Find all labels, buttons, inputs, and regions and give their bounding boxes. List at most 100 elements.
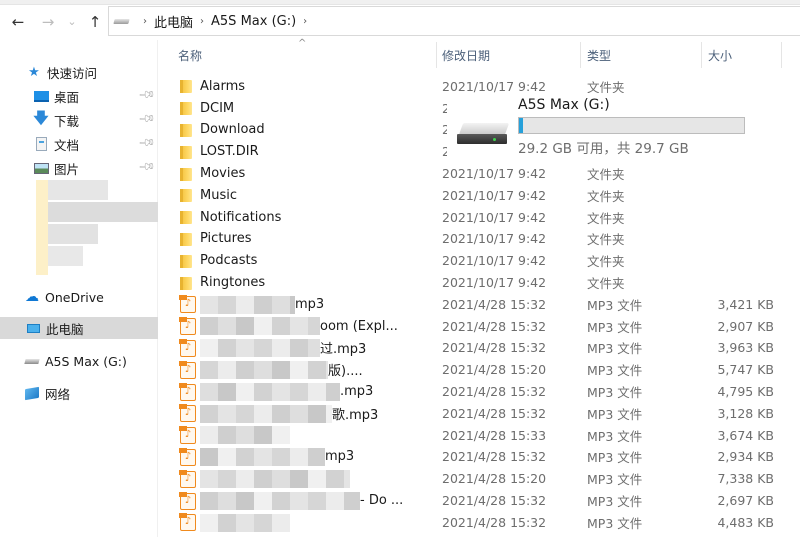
column-header-size[interactable]: 大小 — [708, 40, 780, 70]
pin-icon[interactable]: 📌︎ — [137, 157, 156, 176]
file-size: 5,747 KB — [717, 362, 774, 378]
breadcrumb-drive[interactable]: A5S Max (G:) — [211, 14, 296, 29]
redaction-block — [218, 448, 236, 467]
redaction-block — [254, 317, 272, 336]
column-header-label: 修改日期 — [442, 48, 491, 63]
folder-icon — [180, 253, 196, 269]
column-divider[interactable] — [436, 42, 437, 68]
redaction-block — [290, 404, 308, 423]
file-type: 文件夹 — [587, 188, 625, 204]
file-type: MP3 文件 — [587, 472, 643, 488]
file-date: 2021/10/17 9:42 — [442, 166, 547, 182]
redaction-block — [308, 317, 320, 336]
recent-locations-button[interactable]: ⌄ — [62, 12, 82, 32]
sidebar-item-documents[interactable]: 文档 📌︎ — [0, 133, 158, 155]
navigation-pane: ★ 快速访问 桌面 📌︎ 🡇 下载 📌︎ 文档 📌︎ 图片 📌︎ ☁ OneDr… — [0, 40, 158, 537]
file-date: 2021/4/28 15:20 — [442, 362, 547, 378]
file-date: 2021/10/17 9:42 — [442, 78, 547, 94]
address-bar[interactable]: › 此电脑 › A5S Max (G:) › — [108, 6, 800, 36]
sidebar-item-desktop[interactable]: 桌面 📌︎ — [0, 85, 158, 107]
redaction-block — [218, 426, 236, 445]
file-name: Music — [200, 187, 237, 203]
arrow-right-icon: → — [41, 13, 55, 31]
file-size: 2,697 KB — [717, 493, 774, 509]
pin-icon[interactable]: 📌︎ — [137, 109, 156, 128]
redaction-block — [254, 360, 272, 379]
redaction-block — [236, 339, 254, 358]
mp3-file-icon: ♪ — [179, 360, 196, 379]
column-header-type[interactable]: 类型 — [587, 40, 701, 70]
folder-row[interactable]: Notifications 2021/10/17 9:42 文件夹 — [170, 206, 800, 228]
redaction-block — [200, 448, 218, 467]
file-type: 文件夹 — [587, 210, 625, 226]
folder-row[interactable]: Movies 2021/10/17 9:42 文件夹 — [170, 163, 800, 185]
redaction-block — [254, 491, 272, 510]
column-divider[interactable] — [580, 42, 581, 68]
folder-icon — [180, 187, 196, 203]
folder-row[interactable]: Ringtones 2021/10/17 9:42 文件夹 — [170, 272, 800, 294]
sidebar-item-drive-g[interactable]: A5S Max (G:) — [0, 350, 158, 372]
breadcrumb-separator[interactable]: › — [303, 16, 307, 27]
column-divider[interactable] — [701, 42, 702, 68]
breadcrumb-separator[interactable]: › — [200, 16, 204, 27]
file-name: .mp3 — [340, 384, 374, 400]
sidebar-item-label: 文档 — [54, 137, 80, 153]
forward-button[interactable]: → — [38, 12, 58, 32]
file-name: Download — [200, 122, 265, 138]
file-name: 歌.mp3 — [332, 407, 379, 423]
redaction-block — [236, 404, 254, 423]
column-header-date[interactable]: 修改日期 — [442, 40, 580, 70]
download-icon: 🡇 — [33, 108, 49, 127]
folder-icon — [180, 275, 196, 291]
folder-row[interactable]: Music 2021/10/17 9:42 文件夹 — [170, 185, 800, 207]
sidebar-item-label: 桌面 — [54, 89, 80, 105]
sidebar-item-quick-access[interactable]: ★ 快速访问 — [0, 61, 158, 83]
redaction-block — [272, 317, 290, 336]
file-type: MP3 文件 — [587, 297, 643, 313]
sidebar-item-label: 图片 — [54, 161, 80, 177]
redaction-block — [254, 469, 272, 488]
redaction-block — [236, 513, 254, 532]
folder-row[interactable]: Pictures 2021/10/17 9:42 文件夹 — [170, 228, 800, 250]
redaction-block — [236, 295, 254, 314]
column-divider[interactable] — [781, 42, 782, 68]
this-pc-icon — [25, 320, 41, 336]
file-size: 3,963 KB — [717, 340, 774, 356]
sidebar-item-network[interactable]: 网络 — [0, 382, 158, 404]
file-name: 过.mp3 — [320, 342, 367, 358]
file-date: 2021/10/17 9:42 — [442, 187, 547, 203]
file-date: 2021/4/28 15:32 — [442, 405, 547, 421]
sidebar-item-onedrive[interactable]: ☁ OneDrive — [0, 286, 158, 308]
back-button[interactable]: ← — [8, 12, 28, 32]
column-header-label: 大小 — [708, 48, 733, 63]
redaction-block — [200, 491, 218, 510]
redaction-block — [272, 491, 290, 510]
arrow-up-icon: ↑ — [88, 13, 102, 31]
up-button[interactable]: ↑ — [85, 12, 105, 32]
removable-drive-icon — [24, 353, 40, 369]
pin-icon[interactable]: 📌︎ — [137, 133, 156, 152]
redaction-block — [290, 469, 308, 488]
column-header-name[interactable]: 名称 — [178, 40, 436, 70]
redaction-block — [272, 295, 290, 314]
mp3-file-icon: ♪ — [179, 426, 196, 445]
sidebar-item-pictures[interactable]: 图片 📌︎ — [0, 157, 158, 179]
redaction-block — [308, 360, 326, 379]
file-size: 4,483 KB — [717, 514, 774, 530]
folder-row[interactable]: Podcasts 2021/10/17 9:42 文件夹 — [170, 250, 800, 272]
redaction-block — [272, 513, 290, 532]
redaction-block — [236, 360, 254, 379]
mp3-file-icon: ♪ — [179, 491, 196, 510]
file-name: 版).... — [328, 364, 363, 380]
star-icon: ★ — [28, 64, 40, 80]
breadcrumb-separator[interactable]: › — [143, 16, 147, 27]
navigation-bar: ← → ⌄ ↑ › 此电脑 › A5S Max (G:) › — [0, 6, 800, 39]
breadcrumb-this-pc[interactable]: 此电脑 — [154, 12, 193, 31]
redaction-block — [200, 404, 218, 423]
sidebar-item-downloads[interactable]: 🡇 下载 📌︎ — [0, 109, 158, 131]
sidebar-item-this-pc[interactable]: 此电脑 — [0, 317, 158, 339]
file-type: 文件夹 — [587, 167, 625, 183]
file-name: DCIM — [200, 100, 235, 116]
pin-icon[interactable]: 📌︎ — [137, 85, 156, 104]
file-name: oom (Expl... — [320, 318, 398, 334]
